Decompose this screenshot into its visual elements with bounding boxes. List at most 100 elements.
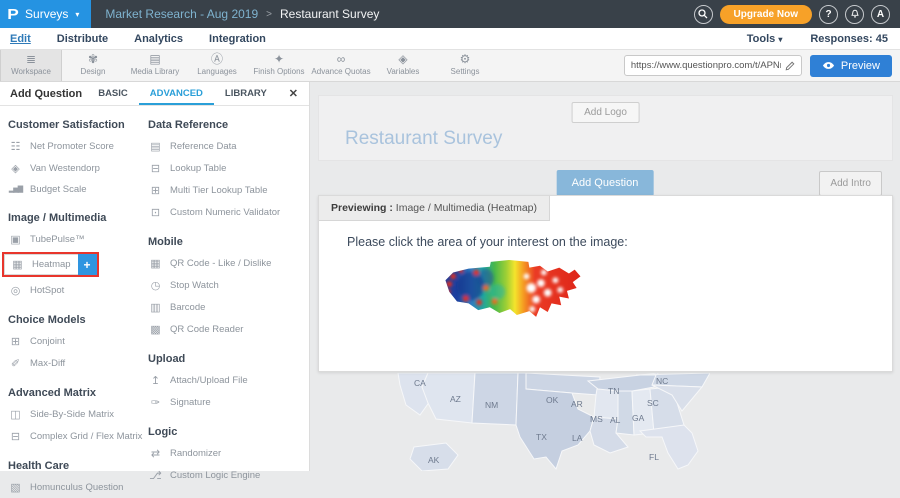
media-image-icon: ▤ xyxy=(124,53,186,66)
previewing-badge-text: Image / Multimedia (Heatmap) xyxy=(393,202,537,214)
tab-advanced[interactable]: ADVANCED xyxy=(139,82,214,105)
surveys-menu-label: Surveys xyxy=(25,7,68,21)
sidebar-item-heatmap[interactable]: ▦Heatmap xyxy=(4,254,78,275)
item-label: Barcode xyxy=(170,302,205,313)
sidebar-item-signature[interactable]: ✑Signature xyxy=(148,391,306,413)
survey-url-value: https://www.questionpro.com/t/APNrFZ xyxy=(631,60,781,71)
survey-url-field[interactable]: https://www.questionpro.com/t/APNrFZ xyxy=(624,55,802,76)
responses-count[interactable]: Responses: 45 xyxy=(810,33,888,45)
sidebar-item-qr-code-reader[interactable]: ▩QR Code Reader xyxy=(148,318,306,340)
sidebar-item-barcode[interactable]: ▥Barcode xyxy=(148,296,306,318)
sidebar-item-stop-watch[interactable]: ◷ Stop Watch xyxy=(148,274,306,296)
item-label: Randomizer xyxy=(170,448,221,459)
add-intro-button[interactable]: Add Intro xyxy=(819,171,882,196)
section-heading-health-care: Health Care xyxy=(8,460,148,472)
tab-library[interactable]: LIBRARY xyxy=(214,82,278,105)
tab-edit[interactable]: Edit xyxy=(10,33,31,45)
toolbar-settings[interactable]: ⚙Settings xyxy=(434,50,496,81)
toolbar-finish-options[interactable]: ✦Finish Options xyxy=(248,50,310,81)
notifications-button[interactable] xyxy=(845,5,864,24)
toolbar-media-library[interactable]: ▤Media Library xyxy=(124,50,186,81)
sidebar-item-attach-upload-file[interactable]: ↥Attach/Upload File xyxy=(148,369,306,391)
toolbar-label: Media Library xyxy=(124,67,186,76)
toolbar-design[interactable]: ✾Design xyxy=(62,50,124,81)
sidebar-item-budget-scale[interactable]: ▂▅▇Budget Scale xyxy=(8,179,148,199)
sidebar-item-lookup-table[interactable]: ⊟Lookup Table xyxy=(148,157,306,179)
section-heading-customer-satisfaction: Customer Satisfaction xyxy=(8,119,148,131)
sidebar-item-reference-data[interactable]: ▤Reference Data xyxy=(148,135,306,157)
toolbar-variables[interactable]: ◈Variables xyxy=(372,50,434,81)
question-types-column-1: Customer Satisfaction ☷Net Promoter Scor… xyxy=(8,106,148,498)
edit-pencil-icon[interactable] xyxy=(785,61,795,71)
search-icon xyxy=(698,9,708,19)
help-button[interactable]: ? xyxy=(819,5,838,24)
finish-wand-icon: ✦ xyxy=(248,53,310,66)
item-label: Stop Watch xyxy=(170,280,219,291)
toolbar-languages[interactable]: ⒶLanguages xyxy=(186,50,248,81)
question-types-column-2: Data Reference ▤Reference Data ⊟Lookup T… xyxy=(148,106,306,498)
sidebar-item-qr-code-like-dislike[interactable]: ▦QR Code - Like / Dislike xyxy=(148,252,306,274)
panel-title: Add Question xyxy=(0,82,87,105)
sidebar-item-custom-logic-engine[interactable]: ⎇Custom Logic Engine xyxy=(148,464,306,486)
add-heatmap-button[interactable]: + xyxy=(78,254,97,275)
sidebar-item-multi-tier-lookup-table[interactable]: ⊞Multi Tier Lookup Table xyxy=(148,179,306,201)
breadcrumb-parent-link[interactable]: Market Research - Aug 2019 xyxy=(105,7,258,21)
close-icon[interactable]: ✕ xyxy=(278,82,309,105)
survey-title[interactable]: Restaurant Survey xyxy=(345,128,502,150)
sidebar-item-complex-grid[interactable]: ⊟Complex Grid / Flex Matrix xyxy=(8,425,148,447)
tab-analytics[interactable]: Analytics xyxy=(134,33,183,45)
tab-basic[interactable]: BASIC xyxy=(87,82,139,105)
upgrade-now-button[interactable]: Upgrade Now xyxy=(720,5,812,24)
top-bar: P Surveys ▾ Market Research - Aug 2019 >… xyxy=(0,0,900,28)
add-question-panel: Add Question BASIC ADVANCED LIBRARY ✕ Cu… xyxy=(0,82,310,471)
item-label: Lookup Table xyxy=(170,163,226,174)
sidebar-item-max-diff[interactable]: ✐ Max-Diff xyxy=(8,352,148,374)
add-logo-button[interactable]: Add Logo xyxy=(571,102,640,123)
hotspot-cursor-icon: ◎ xyxy=(8,284,23,297)
sidebar-item-van-westendorp[interactable]: ◈Van Westendorp xyxy=(8,157,148,179)
sidebar-item-custom-numeric-validator[interactable]: ⊡Custom Numeric Validator xyxy=(148,201,306,223)
conjoint-matrix-icon: ⊞ xyxy=(8,335,23,348)
section-heading-logic: Logic xyxy=(148,426,306,438)
reference-data-icon: ▤ xyxy=(148,140,163,153)
tab-integration[interactable]: Integration xyxy=(209,33,266,45)
tab-distribute[interactable]: Distribute xyxy=(57,33,108,45)
preview-button[interactable]: Preview xyxy=(810,55,892,77)
sidebar-item-tubepulse[interactable]: ▣TubePulse™ xyxy=(8,228,148,250)
surveys-menu[interactable]: P Surveys ▾ xyxy=(0,0,91,28)
state-label-la: LA xyxy=(572,433,583,443)
breadcrumb-current: Restaurant Survey xyxy=(280,7,379,21)
toolbar-advance-quotas[interactable]: ∞Advance Quotas xyxy=(310,50,372,81)
questionpro-logo-icon: P xyxy=(7,6,19,23)
search-button[interactable] xyxy=(694,5,713,24)
question-text: Please click the area of your interest o… xyxy=(347,235,892,249)
item-label: Homunculus Question xyxy=(30,482,123,493)
sidebar-item-hotspot[interactable]: ◎HotSpot xyxy=(8,279,148,301)
previewing-badge-bold: Previewing : xyxy=(331,202,393,214)
state-label-tx: TX xyxy=(536,432,547,442)
item-label: TubePulse™ xyxy=(30,234,85,245)
toolbar-label: Settings xyxy=(434,67,496,76)
item-label: Max-Diff xyxy=(30,358,65,369)
eye-icon xyxy=(822,61,835,70)
sidebar-item-randomizer[interactable]: ⇄Randomizer xyxy=(148,442,306,464)
item-label: Budget Scale xyxy=(30,184,87,195)
sidebar-item-conjoint[interactable]: ⊞Conjoint xyxy=(8,330,148,352)
section-heading-data-reference: Data Reference xyxy=(148,119,306,131)
tools-dropdown[interactable]: Tools ▾ xyxy=(747,33,783,45)
sidebar-item-homunculus-question[interactable]: ▧Homunculus Question xyxy=(8,476,148,498)
chevron-down-icon: ▾ xyxy=(778,35,782,44)
sidebar-item-net-promoter-score[interactable]: ☷Net Promoter Score xyxy=(8,135,148,157)
question-preview-card: Previewing : Image / Multimedia (Heatmap… xyxy=(318,195,893,372)
toolbar-workspace[interactable]: ≣Workspace xyxy=(0,50,62,81)
item-label: Net Promoter Score xyxy=(30,141,114,152)
sidebar-item-side-by-side-matrix[interactable]: ◫Side-By-Side Matrix xyxy=(8,403,148,425)
avatar[interactable]: A xyxy=(871,5,890,24)
state-label-ca: CA xyxy=(414,378,426,388)
heatmap-image[interactable] xyxy=(437,259,587,346)
section-nav: Edit Distribute Analytics Integration To… xyxy=(0,28,900,50)
heatmap-highlight-box: ▦Heatmap + xyxy=(2,252,99,277)
stopwatch-icon: ◷ xyxy=(148,279,163,292)
add-question-button[interactable]: Add Question xyxy=(557,170,654,196)
maxdiff-wand-icon: ✐ xyxy=(8,357,23,370)
